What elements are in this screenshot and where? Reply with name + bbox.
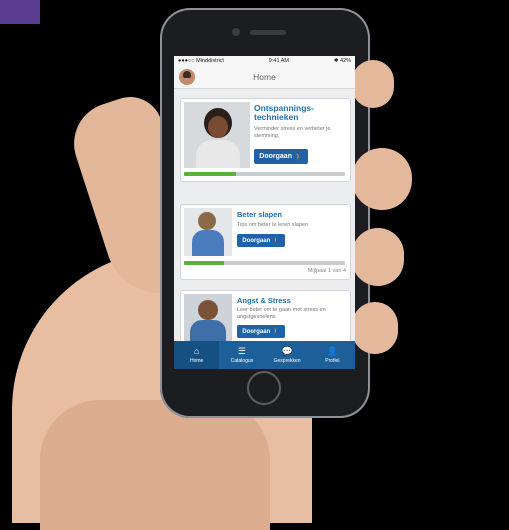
tab-label: Catalogus [230,357,254,364]
continue-button[interactable]: Doorgaan 🚶 [237,325,285,338]
course-image [184,208,232,256]
progress-fill [184,172,236,176]
tab-gesprekken[interactable]: 💬 Gesprekken [265,341,310,369]
brand-corner [0,0,40,24]
battery-text: ✱ 42% [333,58,351,64]
chat-icon: 💬 [281,345,293,356]
nav-bar: Home [174,66,355,89]
course-title: Ontspannings-technieken [254,103,314,122]
tab-bar: ⌂ Home ☰ Catalogus 💬 Gesprekken 👤 Profie… [174,341,355,369]
earpiece-speaker [250,30,286,35]
app-screen: ●●●○○ Minddistrict 9:41 AM ✱ 42% Home On… [174,56,355,369]
course-image [184,294,232,342]
finger-1 [352,60,394,108]
hand-wrist [40,400,270,530]
milestone-label: Mijlpaal 1 van 4 [307,268,346,274]
list-icon: ☰ [237,345,246,356]
course-title: Beter slapen [237,210,283,219]
course-image [184,102,250,168]
walk-icon: 🚶 [272,329,280,335]
tab-label: Gesprekken [273,357,301,364]
finger-4 [352,302,398,354]
continue-button[interactable]: Doorgaan 🚶 [254,149,308,164]
course-title: Angst & Stress [237,296,291,305]
course-description: Verminder stress en verbeter je stemming… [254,126,331,140]
tab-label: Profiel [325,357,340,364]
finger-3 [352,228,404,286]
page-title: Home [253,72,276,82]
course-description: Leer beter om te gaan met stress en angs… [237,307,326,321]
carrier-text: ●●●○○ Minddistrict [178,58,224,64]
status-bar: ●●●○○ Minddistrict 9:41 AM ✱ 42% [174,56,355,66]
home-button[interactable] [247,371,281,405]
tab-catalogus[interactable]: ☰ Catalogus [219,341,264,369]
home-icon: ⌂ [193,345,200,356]
time-text: 9:41 AM [268,58,289,64]
continue-button[interactable]: Doorgaan 🚶 [237,234,285,247]
user-icon: 👤 [326,345,338,356]
course-description: Tips om beter te leren slapen [237,222,309,228]
progress-bar [184,172,345,176]
walk-icon: 🚶 [293,153,303,161]
course-card[interactable]: Ontspannings-technieken Verminder stress… [180,98,351,182]
progress-bar [184,261,345,265]
finger-2 [352,148,412,210]
tab-profiel[interactable]: 👤 Profiel [310,341,355,369]
front-camera [232,28,240,36]
walk-icon: 🚶 [272,238,280,244]
progress-fill [184,261,225,265]
course-card[interactable]: Beter slapen Tips om beter te leren slap… [180,204,351,280]
tab-home[interactable]: ⌂ Home [174,341,220,369]
tab-label: Home [189,357,204,364]
